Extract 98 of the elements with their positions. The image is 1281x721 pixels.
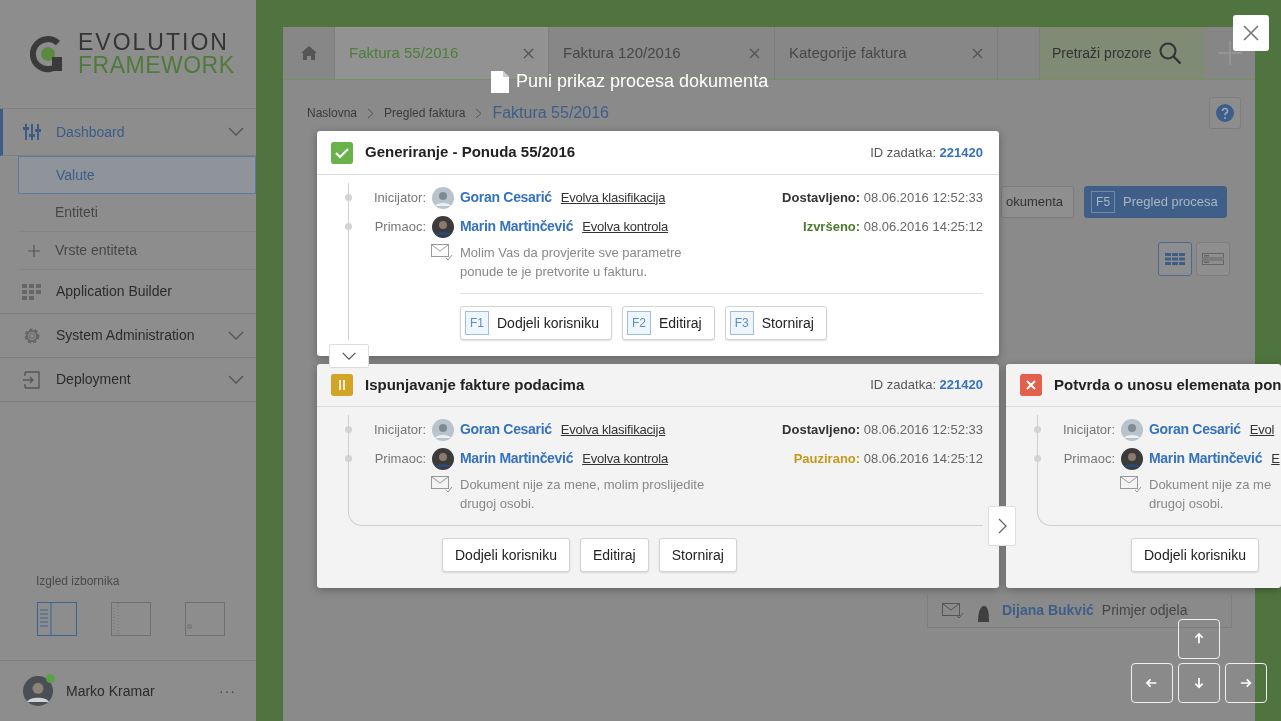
submenu-item[interactable]: Vrste entiteta [18, 232, 256, 270]
plus-icon [28, 244, 40, 257]
submenu-item[interactable]: Valute [18, 156, 256, 194]
user-name: Marko Kramar [66, 681, 155, 701]
logo-text: FRAMEWORK [78, 54, 235, 77]
action-button[interactable]: F2 Editiraj [621, 306, 715, 340]
grid-icon [22, 281, 42, 302]
envelope-icon [942, 602, 964, 619]
field-label: Inicijator: [372, 420, 426, 439]
avatar [1121, 447, 1143, 470]
field-label: Primaoc: [373, 217, 426, 236]
org-link[interactable]: Evolva klasifikacija [560, 187, 666, 208]
timestamp: Izvršeno: 08.06.2016 14:25:12 [803, 217, 983, 236]
timestamp: Dostavljeno: 08.06.2016 12:52:33 [782, 420, 983, 439]
menu-item[interactable]: Deployment [0, 358, 256, 402]
person-link[interactable]: Goran Cesarić [460, 187, 552, 208]
task-id: ID zadatka: 221420 [870, 376, 983, 395]
help-button[interactable] [1209, 97, 1241, 129]
tab-label: Faktura 55/2016 [349, 43, 459, 64]
field-label: Inicijator: [1061, 420, 1115, 439]
task-title: Generiranje - Ponuda 55/2016 [365, 142, 576, 163]
department-label: Primjer odjela [1101, 601, 1188, 620]
envelope-icon [431, 244, 453, 262]
breadcrumb-link[interactable]: Pregled faktura [384, 104, 466, 122]
field-label: Inicijator: [372, 188, 426, 207]
person-link[interactable]: Goran Cesarić [1149, 419, 1241, 440]
timestamp: Dostavljeno: 08.06.2016 12:52:33 [782, 188, 983, 207]
field-label: Primaoc: [373, 449, 426, 468]
next-button[interactable] [988, 506, 1016, 546]
envelope-icon [1120, 476, 1142, 494]
task-title: Potvrda o unosu elemenata pon [1054, 374, 1281, 395]
person-link[interactable]: Marin Martinčević [460, 216, 574, 237]
more-button[interactable]: ··· [219, 680, 236, 702]
toolbar-button[interactable]: okumenta [1001, 186, 1075, 218]
tab-label: Kategorije faktura [789, 42, 907, 63]
action-button[interactable]: Editiraj [579, 538, 649, 572]
chevron-icon [475, 107, 483, 119]
person-link[interactable]: Marin Martinčević [1149, 448, 1263, 469]
action-button[interactable]: Storniraj [658, 538, 737, 572]
collapse-button[interactable] [329, 344, 369, 368]
menu-item[interactable]: System Administration [0, 314, 256, 358]
chevron-icon [997, 518, 1007, 534]
enter-icon [22, 369, 42, 390]
toolbar-button[interactable]: F5 Pregled procesa [1084, 186, 1227, 218]
sliders-icon [22, 122, 42, 142]
avatar [432, 215, 454, 238]
layout-option[interactable] [37, 602, 77, 636]
arrow-key[interactable] [1178, 663, 1220, 703]
message-text: Dokument nije za me drugoj osobi. [1149, 476, 1273, 513]
action-button[interactable]: Dodjeli korisniku [442, 538, 570, 572]
message-text: Molim Vas da provjerite sve parametre ponude te je pretvorite u fakturu. [460, 244, 683, 281]
logo-text: EVOLUTION [78, 31, 230, 54]
arrow-key[interactable] [1225, 663, 1267, 703]
org-link[interactable]: Evolva klasifikacija [560, 419, 666, 440]
action-button[interactable]: F3 Storniraj [724, 306, 827, 340]
breadcrumb-link[interactable]: Naslovna [307, 104, 358, 122]
search-icon[interactable] [1157, 41, 1182, 65]
layout-option[interactable] [185, 602, 225, 636]
task-title: Ispunjavanje fakture podacima [365, 374, 585, 395]
close-icon[interactable] [749, 47, 760, 59]
close-icon[interactable] [972, 47, 983, 59]
action-button[interactable]: F1 Dodjeli korisniku [460, 306, 612, 340]
avatar [1121, 418, 1143, 441]
user-avatar [23, 676, 53, 706]
help-icon [1216, 104, 1234, 122]
task-id: ID zadatka: 221420 [870, 143, 983, 162]
close-button[interactable] [1233, 15, 1269, 51]
avatar [432, 186, 454, 209]
org-link[interactable]: Evolva kontrola [582, 216, 669, 237]
close-icon [1243, 25, 1259, 41]
arrow-key[interactable] [1131, 663, 1173, 703]
close-icon[interactable] [523, 48, 534, 59]
person-link[interactable]: Marin Martinčević [460, 448, 574, 469]
menu-item[interactable]: Application Builder [0, 270, 256, 314]
chevron-icon [341, 351, 357, 361]
view-toggle[interactable] [1158, 242, 1192, 276]
person-link[interactable]: Goran Cesarić [460, 419, 552, 440]
org-link[interactable]: Evol [1249, 419, 1275, 440]
org-link[interactable]: Evolva kontrola [582, 448, 669, 469]
list-view-icon [1202, 253, 1224, 265]
arrow-key[interactable] [1178, 619, 1220, 659]
section-label: Izgled izbornika [35, 573, 121, 590]
tab-label: Faktura 120/2016 [563, 42, 681, 63]
table-view-icon [1165, 253, 1185, 265]
home-icon [299, 45, 318, 61]
action-button[interactable]: Dodjeli korisniku [1131, 538, 1259, 572]
submenu-item[interactable]: Entiteti [18, 194, 256, 232]
org-link[interactable]: E [1271, 448, 1280, 469]
avatar [432, 418, 454, 441]
envelope-icon [431, 476, 453, 494]
plus-icon[interactable] [1218, 41, 1242, 65]
layout-option[interactable] [111, 602, 151, 636]
avatar [432, 447, 454, 470]
view-toggle[interactable] [1196, 242, 1230, 276]
field-label: Primaoc: [1062, 449, 1115, 468]
message-text: Dokument nije za mene, molim proslijedite drugoj osobi. [460, 476, 706, 513]
timestamp: Pauzirano: 08.06.2016 14:25:12 [793, 449, 983, 468]
chevron-icon [367, 107, 375, 119]
